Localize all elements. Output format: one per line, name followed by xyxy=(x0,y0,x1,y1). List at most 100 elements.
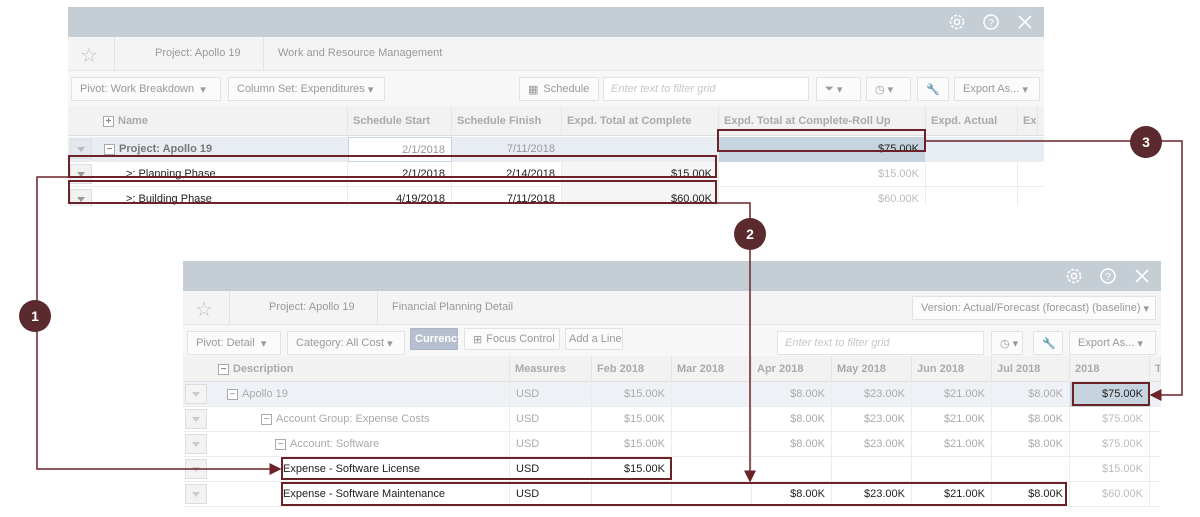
table-row[interactable]: − Account Group: Expense Costs USD $15.00K $… xyxy=(183,407,1161,432)
chevron-down-icon xyxy=(192,391,200,397)
settings-button[interactable]: 🔧 xyxy=(1033,331,1063,355)
breadcrumb: ☆ Project: Apollo 19 Work and Resource M… xyxy=(68,37,1044,71)
col-header-feb-2018[interactable]: Feb 2018 xyxy=(592,356,672,382)
currency-button[interactable]: Currency xyxy=(410,328,463,350)
filter-dropdown[interactable]: ⏷ ▾ xyxy=(816,77,861,101)
col-header-jun-2018[interactable]: Jun 2018 xyxy=(912,356,992,382)
table-row[interactable]: >: Building Phase 4/19/2018 7/11/2018 $6… xyxy=(68,187,1044,206)
collapse-icon[interactable]: − xyxy=(227,388,238,400)
pivot-label: Pivot: Detail xyxy=(196,337,255,349)
col-header-expd-rollup[interactable]: Expd. Total at Complete-Roll Up xyxy=(719,106,926,136)
col-header-apr-2018[interactable]: Apr 2018 xyxy=(752,356,832,382)
col-header-mar-2018[interactable]: Mar 2018 xyxy=(672,356,752,382)
breadcrumb: ☆ Project: Apollo 19 Financial Planning … xyxy=(183,291,1161,325)
row-menu-button[interactable] xyxy=(185,384,207,404)
focus-control-button[interactable]: ⊞ Focus Control xyxy=(464,328,560,350)
start-cell: 4/19/2018 xyxy=(348,187,452,206)
value-cell: $8.00K xyxy=(752,482,832,507)
title-bar: ? xyxy=(183,261,1161,291)
clock-icon: ◷ xyxy=(875,83,885,96)
table-row[interactable]: − Project: Apollo 19 2/1/2018 7/11/2018 $… xyxy=(68,137,1044,162)
finish-cell: 2/14/2018 xyxy=(452,162,562,187)
table-row[interactable]: Expense - Software License USD $15.00K $15.… xyxy=(183,457,1161,482)
table-row[interactable]: − Apollo 19 USD $15.00K $8.00K $23.00K $21.00K… xyxy=(183,382,1161,407)
close-icon[interactable] xyxy=(1014,11,1036,33)
settings-button[interactable]: 🔧 xyxy=(917,77,949,101)
value-cell: $21.00K xyxy=(912,482,992,507)
close-icon[interactable] xyxy=(1131,265,1153,287)
collapse-icon[interactable]: − xyxy=(104,143,115,155)
filter-input[interactable]: Enter text to filter grid xyxy=(777,331,984,355)
row-menu-button[interactable] xyxy=(70,189,92,206)
col-header-expd-total[interactable]: Expd. Total at Complete xyxy=(562,106,719,136)
value-cell: $21.00K xyxy=(912,407,992,432)
value-cell xyxy=(672,482,752,507)
value-cell: $15.00K xyxy=(592,457,672,482)
help-icon[interactable]: ? xyxy=(1097,265,1119,287)
row-menu-button[interactable] xyxy=(185,409,207,429)
table-row[interactable]: − Account: Software USD $15.00K $8.00K $23.00… xyxy=(183,432,1161,457)
favorite-star-icon[interactable]: ☆ xyxy=(195,297,213,322)
chevron-down-icon xyxy=(192,491,200,497)
value-cell: $15.00K xyxy=(592,407,672,432)
value-cell xyxy=(672,407,752,432)
col-header-jul-2018[interactable]: Jul 2018 xyxy=(992,356,1070,382)
pivot-dropdown[interactable]: Pivot: Work Breakdown ▾ xyxy=(71,77,221,101)
help-icon[interactable]: ? xyxy=(980,11,1002,33)
collapse-icon[interactable]: − xyxy=(275,438,286,450)
col-header-schedule-finish[interactable]: Schedule Finish xyxy=(452,106,562,136)
table-row[interactable]: Expense - Software Maintenance USD $8.00K $… xyxy=(183,482,1161,507)
col-header-ex[interactable]: Ex xyxy=(1018,106,1038,136)
toolbar: Pivot: Detail ▾ Category: All Cost ▾ Cur… xyxy=(183,325,1161,360)
value-cell: $8.00K xyxy=(752,407,832,432)
col-header-name[interactable]: + Name xyxy=(98,106,348,136)
row-menu-button[interactable] xyxy=(185,434,207,454)
view-label[interactable]: Financial Planning Detail xyxy=(392,301,513,313)
col-header-2018[interactable]: 2018 xyxy=(1070,356,1150,382)
col-header-description[interactable]: − Description xyxy=(213,356,510,382)
col-header-may-2018[interactable]: May 2018 xyxy=(832,356,912,382)
column-set-dropdown[interactable]: Column Set: Expenditures ▾ xyxy=(228,77,385,101)
gear-icon[interactable] xyxy=(1063,265,1085,287)
toolbar: Pivot: Work Breakdown ▾ Column Set: Expe… xyxy=(68,71,1044,106)
col-header-measures[interactable]: Measures xyxy=(510,356,592,382)
col-header-t[interactable]: T xyxy=(1150,356,1161,382)
grid-header: − Description Measures Feb 2018 Mar 2018 … xyxy=(183,356,1161,382)
chevron-down-icon xyxy=(77,171,85,177)
gear-icon[interactable] xyxy=(946,11,968,33)
row-menu-button[interactable] xyxy=(185,459,207,479)
history-dropdown[interactable]: ◷ ▾ xyxy=(866,77,911,101)
row-menu-button[interactable] xyxy=(70,139,92,159)
start-cell: 2/1/2018 xyxy=(348,137,452,162)
value-cell: $8.00K xyxy=(992,432,1070,457)
row-menu-button[interactable] xyxy=(185,484,207,504)
filter-input[interactable]: Enter text to filter grid xyxy=(603,77,809,101)
chevron-down-icon: ▾ xyxy=(887,83,894,96)
project-label[interactable]: Project: Apollo 19 xyxy=(269,301,355,313)
col-header-expd-actual[interactable]: Expd. Actual xyxy=(926,106,1018,136)
actual-cell xyxy=(926,187,1018,206)
work-grid: + Name Schedule Start Schedule Finish Exp… xyxy=(68,106,1044,206)
favorite-star-icon[interactable]: ☆ xyxy=(80,43,98,68)
history-dropdown[interactable]: ◷ ▾ xyxy=(991,331,1023,355)
chevron-down-icon: ▾ xyxy=(836,83,843,96)
chevron-down-icon: ▾ xyxy=(367,83,374,96)
project-label[interactable]: Project: Apollo 19 xyxy=(155,47,241,59)
value-cell xyxy=(592,482,672,507)
category-dropdown[interactable]: Category: All Cost ▾ xyxy=(287,331,405,355)
rollup-cell: $60.00K xyxy=(719,187,926,206)
table-row[interactable]: >: Planning Phase 2/1/2018 2/14/2018 $15… xyxy=(68,162,1044,187)
start-cell: 2/1/2018 xyxy=(348,162,452,187)
export-dropdown[interactable]: Export As... ▾ xyxy=(1069,331,1156,355)
schedule-button[interactable]: ▦ Schedule xyxy=(519,77,599,101)
version-dropdown[interactable]: Version: Actual/Forecast (forecast) (bas… xyxy=(912,296,1156,320)
callout-3: 3 xyxy=(1130,126,1162,158)
add-line-button[interactable]: Add a Line xyxy=(565,328,623,350)
collapse-icon[interactable]: − xyxy=(261,413,272,425)
row-menu-button[interactable] xyxy=(70,164,92,184)
col-header-schedule-start[interactable]: Schedule Start xyxy=(348,106,452,136)
export-dropdown[interactable]: Export As... ▾ xyxy=(954,77,1040,101)
view-label[interactable]: Work and Resource Management xyxy=(278,47,442,59)
pivot-dropdown[interactable]: Pivot: Detail ▾ xyxy=(187,331,281,355)
pivot-label: Pivot: Work Breakdown xyxy=(80,83,195,95)
